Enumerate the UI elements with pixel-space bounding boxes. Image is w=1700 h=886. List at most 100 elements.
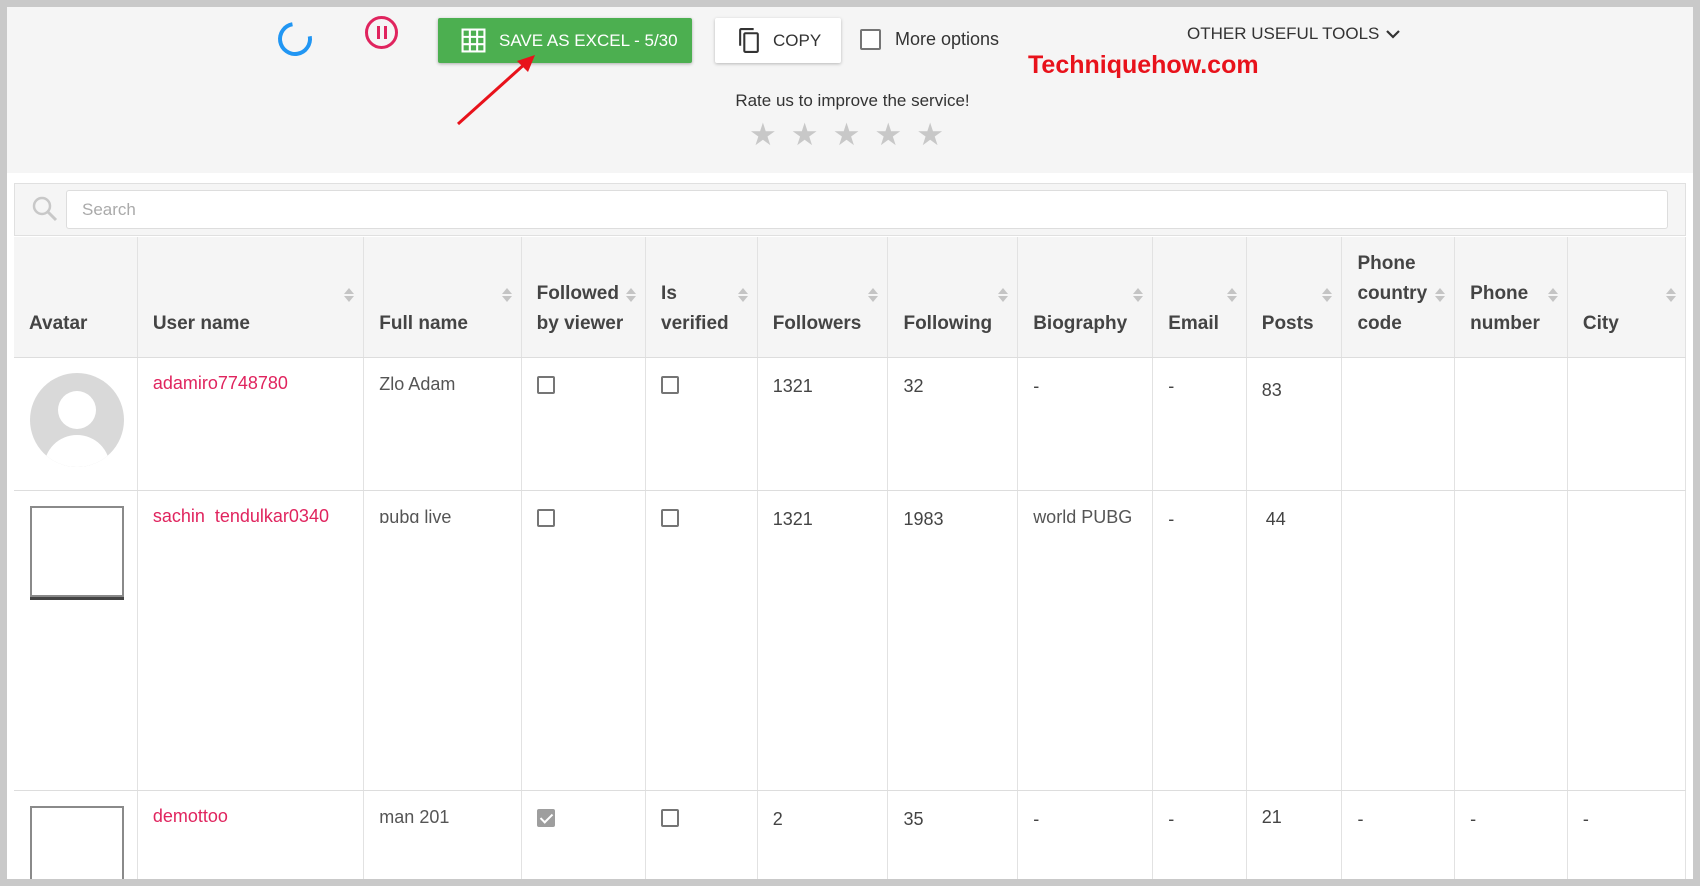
copy-icon	[739, 28, 759, 53]
column-header-city[interactable]: City	[1567, 237, 1687, 358]
search-icon	[32, 196, 58, 222]
sort-icon[interactable]	[997, 285, 1009, 305]
search-bar	[14, 183, 1686, 236]
posts-cell: 44	[1246, 490, 1343, 791]
copy-label: COPY	[773, 30, 822, 50]
column-header-avatar: Avatar	[14, 237, 138, 358]
fullname-cell: Zlo Adam	[363, 357, 522, 491]
sort-icon[interactable]	[737, 285, 749, 305]
sort-icon[interactable]	[1132, 285, 1144, 305]
pause-bar-right	[383, 26, 387, 39]
following-cell: 35	[887, 790, 1019, 879]
phone-country-code-cell: -	[1341, 790, 1456, 879]
following-cell: 32	[887, 357, 1019, 491]
posts-cell: 21	[1246, 790, 1343, 879]
column-header-username[interactable]: User name	[137, 237, 365, 358]
is-verified-checkbox[interactable]	[661, 375, 680, 394]
star-icon[interactable]: ★	[749, 119, 777, 150]
sort-icon[interactable]	[867, 285, 879, 305]
followed-by-viewer-checkbox[interactable]	[536, 375, 555, 394]
is-verified-checkbox[interactable]	[661, 508, 680, 527]
column-header-posts[interactable]: Posts	[1246, 237, 1343, 358]
followers-cell: 2	[757, 790, 889, 879]
save-as-excel-label: SAVE AS EXCEL - 5/30	[499, 30, 678, 50]
username-cell: sachin_tendulkar0340	[137, 490, 365, 791]
user-photo[interactable]	[30, 505, 124, 600]
column-header-phone-country-code[interactable]: Phone country code	[1341, 237, 1456, 358]
column-header-phone-number[interactable]: Phone number	[1454, 237, 1568, 358]
more-options-checkbox[interactable]	[860, 29, 881, 50]
sort-icon[interactable]	[1665, 285, 1677, 305]
followers-cell: 1321	[757, 490, 889, 791]
username-cell: demottoo	[137, 790, 365, 879]
followed-by-viewer-cell	[521, 357, 647, 491]
is-verified-cell	[645, 790, 758, 879]
star-icon[interactable]: ★	[874, 119, 902, 150]
followed-by-viewer-checkbox[interactable]	[536, 808, 555, 827]
column-header-followed-by-viewer[interactable]: Followed by viewer	[521, 237, 647, 358]
chevron-down-icon	[1386, 30, 1401, 39]
default-avatar-icon[interactable]	[30, 372, 124, 467]
email-cell: -	[1152, 790, 1247, 879]
phone-country-code-cell	[1341, 490, 1456, 791]
star-icon[interactable]: ★	[916, 119, 944, 150]
search-input[interactable]	[66, 190, 1668, 229]
following-cell: 1983	[887, 490, 1019, 791]
username-link[interactable]: demottoo	[153, 808, 349, 822]
sort-icon[interactable]	[501, 285, 513, 305]
table-row: adamiro7748780 Zlo Adam 1321 32 - - 83	[14, 357, 1687, 491]
fullname-text: Zlo Adam	[379, 375, 456, 390]
column-header-fullname[interactable]: Full name	[363, 237, 522, 358]
username-link[interactable]: adamiro7748780	[153, 375, 349, 389]
pause-bar-left	[376, 26, 380, 39]
column-header-is-verified[interactable]: Is verified	[645, 237, 758, 358]
watermark-text: Techniquehow.com	[1028, 51, 1259, 79]
biography-cell: -	[1017, 357, 1154, 491]
rate-us-text: Rate us to improve the service!	[735, 91, 970, 110]
avatar-cell	[14, 790, 138, 879]
loading-spinner-icon	[271, 15, 319, 63]
followed-by-viewer-cell	[521, 790, 647, 879]
email-cell: -	[1152, 490, 1247, 791]
city-cell	[1567, 490, 1687, 791]
column-header-followers[interactable]: Followers	[757, 237, 889, 358]
star-icon[interactable]: ★	[791, 119, 819, 150]
posts-cell: 83	[1246, 357, 1343, 491]
username-link[interactable]: sachin_tendulkar0340	[153, 508, 349, 522]
sort-icon[interactable]	[1547, 285, 1559, 305]
table-header-row: Avatar User name Full name Followed by v…	[14, 237, 1687, 358]
fullname-text: man 201	[379, 808, 450, 823]
phone-number-cell	[1454, 490, 1568, 791]
sort-icon[interactable]	[1321, 285, 1333, 305]
spreadsheet-grid-icon	[461, 28, 486, 53]
avatar-cell	[14, 490, 138, 791]
other-useful-tools-label: OTHER USEFUL TOOLS	[1187, 24, 1380, 43]
other-useful-tools-dropdown[interactable]: OTHER USEFUL TOOLS	[1187, 24, 1401, 44]
more-options-toggle[interactable]: More options	[860, 29, 999, 50]
sort-icon[interactable]	[343, 285, 355, 305]
phone-number-cell	[1454, 357, 1568, 491]
column-header-following[interactable]: Following	[887, 237, 1019, 358]
more-options-label: More options	[895, 29, 1000, 49]
sort-icon[interactable]	[625, 285, 637, 305]
table-row: sachin_tendulkar0340 pubg live mobile 13…	[14, 490, 1687, 791]
phone-number-cell: -	[1454, 790, 1568, 879]
column-header-email[interactable]: Email	[1152, 237, 1247, 358]
star-icon[interactable]: ★	[833, 119, 861, 150]
sort-icon[interactable]	[1434, 285, 1446, 305]
pause-button[interactable]	[365, 16, 398, 49]
copy-button[interactable]: COPY	[715, 18, 841, 63]
city-cell	[1567, 357, 1687, 491]
fullname-cell: pubg live mobile	[363, 490, 522, 791]
followed-by-viewer-checkbox[interactable]	[536, 508, 555, 527]
table-row: demottoo man 201 2 35 - - 21 - - -	[14, 790, 1687, 879]
column-header-biography[interactable]: Biography	[1017, 237, 1154, 358]
rating-stars[interactable]: ★ ★ ★ ★ ★	[749, 119, 944, 150]
app-frame: SAVE AS EXCEL - 5/30 COPY More options O…	[7, 7, 1693, 879]
followed-by-viewer-cell	[521, 490, 647, 791]
sort-icon[interactable]	[1226, 285, 1238, 305]
is-verified-checkbox[interactable]	[661, 808, 680, 827]
fullname-cell: man 201	[363, 790, 522, 879]
is-verified-cell	[645, 357, 758, 491]
user-photo[interactable]	[30, 805, 124, 879]
